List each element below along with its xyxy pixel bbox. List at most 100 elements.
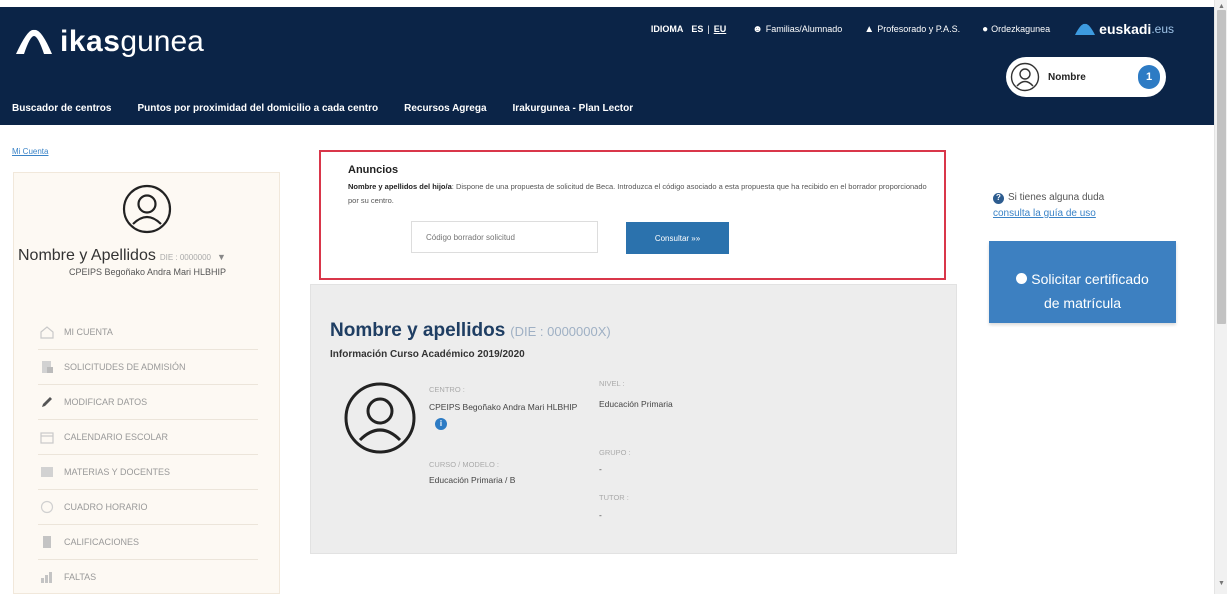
student-name: Nombre y apellidos [330,320,506,341]
grupo-label: GRUPO : [599,448,631,457]
top-link-familias-label: Familias/Alumnado [765,24,843,34]
nav-buscador-centros[interactable]: Buscador de centros [12,103,111,114]
user-avatar-icon [1010,62,1040,92]
sidebar-item-modificar[interactable]: MODIFICAR DATOS [38,385,258,420]
help-text: Si tienes alguna duda [1008,192,1105,203]
sidebar-item-mi-cuenta[interactable]: MI CUENTA [38,315,258,350]
users-icon: ☻ [752,23,763,35]
user-avatar-icon [122,184,172,234]
info-icon[interactable]: i [435,417,447,430]
course-info: Información Curso Académico 2019/2020 [330,349,525,360]
user-name: Nombre [1048,71,1086,83]
scroll-up-icon[interactable]: ▲ [1218,3,1225,10]
question-icon: ? [993,192,1004,204]
euskadi-mark-icon [1075,23,1096,35]
sidebar-item-label: MODIFICAR DATOS [64,397,148,407]
sidebar-item-label: CUADRO HORARIO [64,502,148,512]
announcement-box: Anuncios Nombre y apellidos del hijo/a: … [319,150,946,280]
top-link-ordezkagunea[interactable]: ● Ordezkaguneа [982,24,1050,35]
euskadi-logo[interactable]: euskadi .eus [1074,21,1174,37]
sidebar-item-label: MI CUENTA [64,327,113,337]
student-die: (DIE : 0000000X) [510,324,611,339]
bullet-icon [1016,273,1028,284]
logo-text-bold: ikas [60,25,121,58]
lang-eu[interactable]: EU [714,24,727,34]
student-avatar-icon [344,382,416,454]
sidebar-item-solicitudes[interactable]: SOLICITUDES DE ADMISIÓN [38,350,258,385]
euskadi-tld: .eus [1151,22,1174,36]
code-input[interactable] [411,221,598,253]
sidebar-item-label: FALTAS [64,572,97,582]
scrollbar-thumb[interactable] [1217,10,1226,324]
book-icon [38,465,56,479]
centro-value-text: CPEIPS Begoñako Andra Mari HLBHIP [429,402,578,412]
logo-mark-icon [16,29,52,54]
sidebar-school: CPEIPS Begoñako Andra Mari HLBHIP [68,267,227,277]
student-info-card: Nombre y apellidos (DIE : 0000000X) Info… [310,284,957,554]
centro-label: CENTRO : [429,385,465,394]
notification-badge[interactable]: 1 [1138,65,1160,89]
sidebar: Nombre y Apellidos DIE : 0000000 ▼ CPEIP… [13,172,280,594]
top-link-profesorado-label: Profesorado y P.A.S. [877,24,961,34]
group-icon: ● [982,23,989,35]
clock-icon [38,500,56,514]
sidebar-user[interactable]: Nombre y Apellidos DIE : 0000000 ▼ [18,247,280,265]
nivel-value: Educación Primaria [599,399,673,409]
tutor-label: TUTOR : [599,493,629,502]
announcement-title: Anuncios [348,164,399,176]
lang-separator: | [707,24,710,34]
certificate-line1: Solicitar certificado [1031,271,1149,287]
help-guide-link[interactable]: consulta la guía de uso [993,208,1096,219]
breadcrumb[interactable]: Mi Cuenta [12,147,48,156]
document-icon [38,360,56,374]
announcement-text-bold: Nombre y apellidos del hijo/a [348,182,452,191]
language-label: IDIOMA [650,24,684,34]
curso-value: Educación Primaria / B [429,475,516,485]
top-bar: IDIOMA ES | EU ☻ Familias/Alumnado ▲ Pro… [651,20,1174,38]
page-scrollbar[interactable]: ▲ ▼ [1214,0,1227,594]
top-link-profesorado[interactable]: ▲ Profesorado y P.A.S. [864,24,960,35]
sidebar-item-calificaciones[interactable]: CALIFICACIONES [38,525,258,560]
sidebar-item-label: MATERIAS Y DOCENTES [64,467,171,477]
top-strip [0,0,1214,7]
lang-es[interactable]: ES [691,24,703,34]
calendar-icon [38,430,56,444]
main-nav: Buscador de centros Puntos por proximida… [12,103,659,114]
pencil-icon [38,395,56,409]
nivel-label: NIVEL : [599,379,625,388]
ikasgunea-logo[interactable]: ikas gunea [14,19,204,65]
certificate-line2: de matrícula [1043,295,1122,311]
sidebar-item-faltas[interactable]: FALTAS [38,560,258,594]
euskadi-text: euskadi [1099,21,1152,37]
request-certificate-button[interactable]: Solicitar certificado de matrícula [989,241,1176,323]
top-link-familias[interactable]: ☻ Familias/Alumnado [752,24,842,35]
sidebar-item-label: CALENDARIO ESCOLAR [64,432,169,442]
nav-puntos-proximidad[interactable]: Puntos por proximidad del domicilio a ca… [137,103,378,114]
top-link-ordezkagunea-label: Ordezkaguneа [991,24,1051,34]
help-box: ? Si tienes alguna duda consulta la guía … [993,190,1104,222]
grades-icon [38,535,56,549]
curso-label: CURSO / MODELO : [429,460,500,469]
chart-icon [38,570,56,584]
sidebar-item-label: CALIFICACIONES [64,537,140,547]
home-icon [38,325,56,339]
consult-button[interactable]: Consultar »» [626,222,729,254]
sidebar-item-calendario[interactable]: CALENDARIO ESCOLAR [38,420,258,455]
sidebar-user-die: DIE : 0000000 [159,253,211,262]
grupo-value: - [599,464,602,474]
scroll-down-icon[interactable]: ▼ [1218,580,1225,587]
sidebar-item-materias[interactable]: MATERIAS Y DOCENTES [38,455,258,490]
chevron-down-icon[interactable]: ▼ [217,252,226,262]
sidebar-item-horario[interactable]: CUADRO HORARIO [38,490,258,525]
nav-irakurgunea[interactable]: Irakurgunea - Plan Lector [513,103,634,114]
nav-recursos-agrega[interactable]: Recursos Agrega [404,103,486,114]
announcement-text: Nombre y apellidos del hijo/a: Dispone d… [348,180,928,208]
site-header: ikas gunea IDIOMA ES | EU ☻ Familias/Alu… [0,7,1214,125]
user-menu[interactable]: Nombre 1 [1006,57,1166,97]
tutor-value: - [599,510,602,520]
student-name-row: Nombre y apellidos (DIE : 0000000X) [330,320,611,342]
sidebar-item-label: SOLICITUDES DE ADMISIÓN [64,362,186,372]
graduation-cap-icon: ▲ [864,23,875,35]
centro-value: CPEIPS Begoñako Andra Mari HLBHIP i [429,399,579,431]
logo-text-light: gunea [120,25,204,58]
